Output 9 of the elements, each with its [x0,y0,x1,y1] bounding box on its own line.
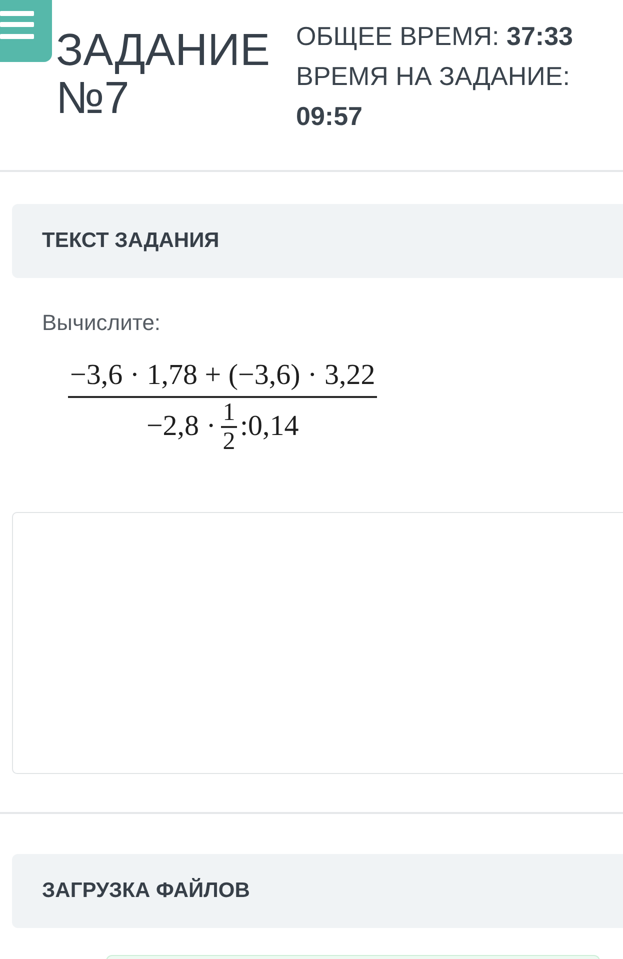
timer-text: ОБЩЕЕ ВРЕМЯ: 37:33 [296,20,574,53]
task-prompt: Вычислите: [42,309,161,337]
section-heading: ТЕКСТ ЗАДАНИЯ [42,229,220,253]
timer-text: ВРЕМЯ НА ЗАДАНИЕ: 09:57 [296,60,571,133]
answer-box[interactable] [12,512,623,774]
menu-button[interactable] [0,0,52,62]
task-title: ЗАДАНИЕ №7 [56,26,272,122]
menu-icon [0,11,34,39]
section-heading: ЗАГРУЗКА ФАЙЛОВ [42,878,250,902]
